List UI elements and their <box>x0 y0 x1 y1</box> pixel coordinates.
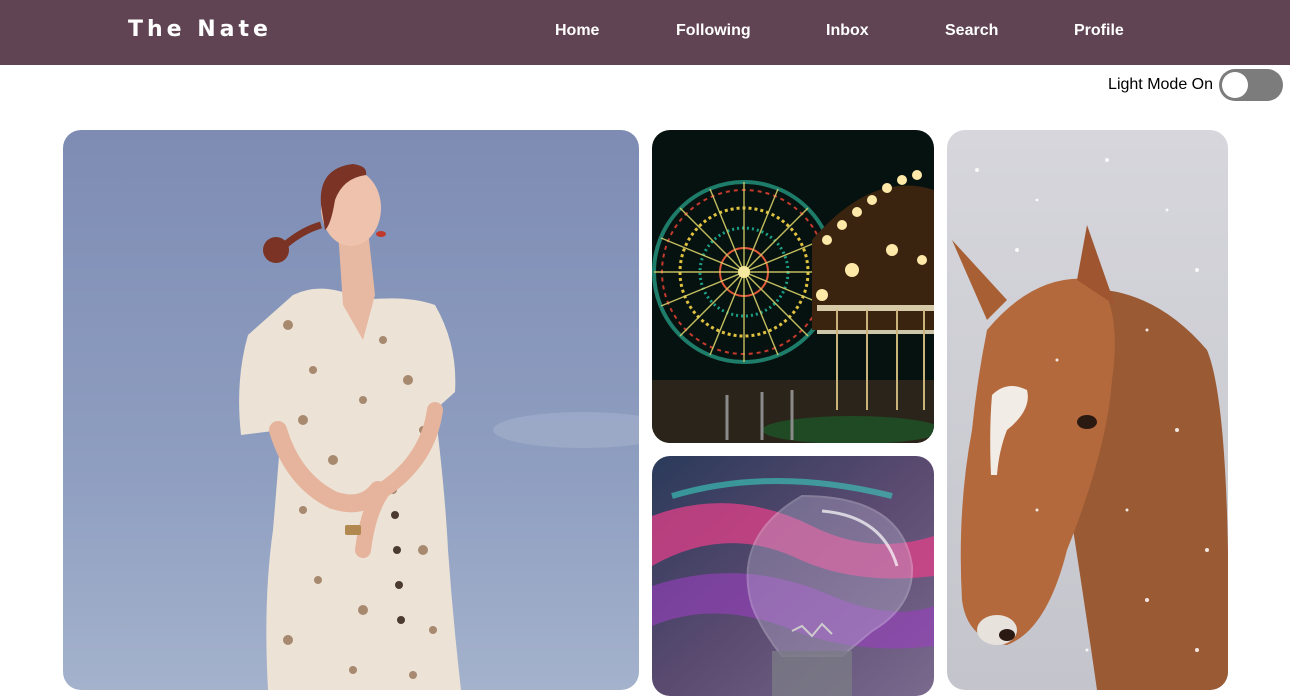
top-navbar: The Nate Home Following Inbox Search Pro… <box>0 0 1290 65</box>
light-bulb-photo-illustration <box>652 456 934 696</box>
nav-home-link[interactable]: Home <box>555 22 599 40</box>
woman-photo-illustration <box>63 130 639 690</box>
theme-toggle-switch[interactable] <box>1219 69 1283 101</box>
nav-profile-link[interactable]: Profile <box>1074 22 1124 40</box>
nav-search-link[interactable]: Search <box>945 22 998 40</box>
gallery-image-ferris-wheel[interactable] <box>652 130 934 443</box>
nav-inbox-link[interactable]: Inbox <box>826 22 869 40</box>
horse-photo-illustration <box>947 130 1228 690</box>
ferris-wheel-photo-illustration <box>652 130 934 443</box>
gallery-image-horse[interactable] <box>947 130 1228 690</box>
gallery-image-woman[interactable] <box>63 130 639 690</box>
gallery-image-light-bulb[interactable] <box>652 456 934 696</box>
nav-following-link[interactable]: Following <box>676 22 751 40</box>
theme-toggle-row: Light Mode On <box>1108 69 1283 101</box>
brand-logo[interactable]: The Nate <box>128 17 272 42</box>
toggle-knob <box>1222 72 1248 98</box>
theme-toggle-label: Light Mode On <box>1108 76 1213 93</box>
